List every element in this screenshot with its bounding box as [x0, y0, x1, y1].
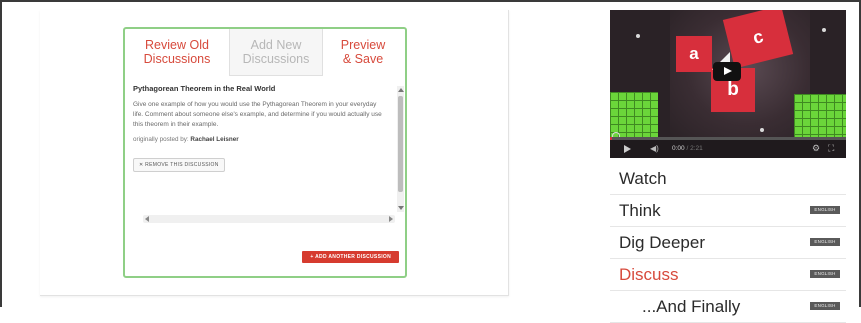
nav-badge: ENGLISH	[810, 206, 840, 214]
square-a: a	[676, 36, 712, 72]
nav-badge: ENGLISH	[810, 238, 840, 246]
lesson-nav: Watch Think ENGLISH Dig Deeper ENGLISH D…	[610, 163, 846, 323]
posted-by: originally posted by: Rachael Leisner	[133, 136, 395, 143]
remove-discussion-button[interactable]: ✕ REMOVE THIS DISCUSSION	[133, 158, 225, 172]
nav-item-and-finally[interactable]: ...And Finally ENGLISH	[610, 291, 846, 323]
tab-preview-and-save[interactable]: Preview & Save	[321, 29, 405, 75]
tab-label: Review Old	[145, 38, 209, 52]
nav-badge: ENGLISH	[810, 270, 840, 278]
discussion-prompt: Give one example of how you would use th…	[133, 101, 382, 128]
editor-tabs: Review Old Discussions Add New Discussio…	[125, 29, 405, 77]
tab-label: & Save	[342, 52, 384, 66]
horizontal-scrollbar[interactable]	[143, 215, 395, 223]
vertical-scrollbar[interactable]	[397, 86, 404, 212]
decor-dot	[822, 28, 826, 32]
scroll-right-icon[interactable]	[389, 216, 393, 222]
posted-by-name: Rachael Leisner	[190, 136, 239, 143]
tab-label: Add New	[250, 38, 302, 52]
tab-label: Discussions	[242, 52, 310, 66]
nav-item-dig-deeper[interactable]: Dig Deeper ENGLISH	[610, 227, 846, 259]
play-icon[interactable]	[624, 145, 631, 153]
posted-by-label: originally posted by:	[133, 136, 189, 143]
scrollbar-thumb[interactable]	[398, 96, 403, 192]
window-left-border	[0, 0, 2, 307]
nav-item-think[interactable]: Think ENGLISH	[610, 195, 846, 227]
fullscreen-icon[interactable]: ⛶	[828, 143, 834, 154]
decor-dot	[760, 128, 764, 132]
window-top-border	[0, 0, 861, 2]
add-another-discussion-button[interactable]: + ADD ANOTHER DISCUSSION	[302, 251, 399, 263]
nav-item-label: Watch	[619, 169, 667, 188]
discussion-editor: Review Old Discussions Add New Discussio…	[123, 27, 407, 278]
discussion-title: Pythagorean Theorem in the Real World	[133, 84, 276, 93]
scroll-left-icon[interactable]	[145, 216, 149, 222]
nav-item-label: Think	[619, 201, 661, 220]
play-video-button[interactable]	[713, 62, 741, 81]
tab-label: Preview	[340, 38, 386, 52]
volume-icon[interactable]: ◀)	[650, 144, 659, 153]
decor-dot	[636, 34, 640, 38]
scroll-up-icon[interactable]	[398, 88, 404, 92]
nav-item-discuss[interactable]: Discuss ENGLISH	[610, 259, 846, 291]
nav-item-label: Discuss	[619, 265, 679, 284]
nav-item-watch[interactable]: Watch	[610, 163, 846, 195]
settings-gear-icon[interactable]: ⚙	[812, 143, 820, 154]
video-time: 0:00 / 2:21	[672, 145, 703, 152]
scroll-down-icon[interactable]	[398, 206, 404, 210]
tab-label: Discussions	[143, 52, 211, 66]
discussion-panel: Pythagorean Theorem in the Real World Gi…	[133, 84, 395, 212]
nav-item-label: ...And Finally	[642, 297, 741, 316]
tab-review-old-discussions[interactable]: Review Old Discussions	[125, 29, 229, 75]
video-time-total: 2:21	[690, 145, 703, 152]
nav-item-label: Dig Deeper	[619, 233, 705, 252]
video-controls: ◀) 0:00 / 2:21 ⚙ ⛶	[610, 140, 846, 158]
green-grid-right	[794, 94, 846, 140]
tab-add-new-discussions[interactable]: Add New Discussions	[229, 29, 323, 76]
nav-badge: ENGLISH	[810, 302, 840, 310]
video-time-current: 0:00	[672, 145, 685, 152]
video-player[interactable]: c a b ◀) 0:00 / 2:21 ⚙ ⛶	[610, 10, 846, 158]
